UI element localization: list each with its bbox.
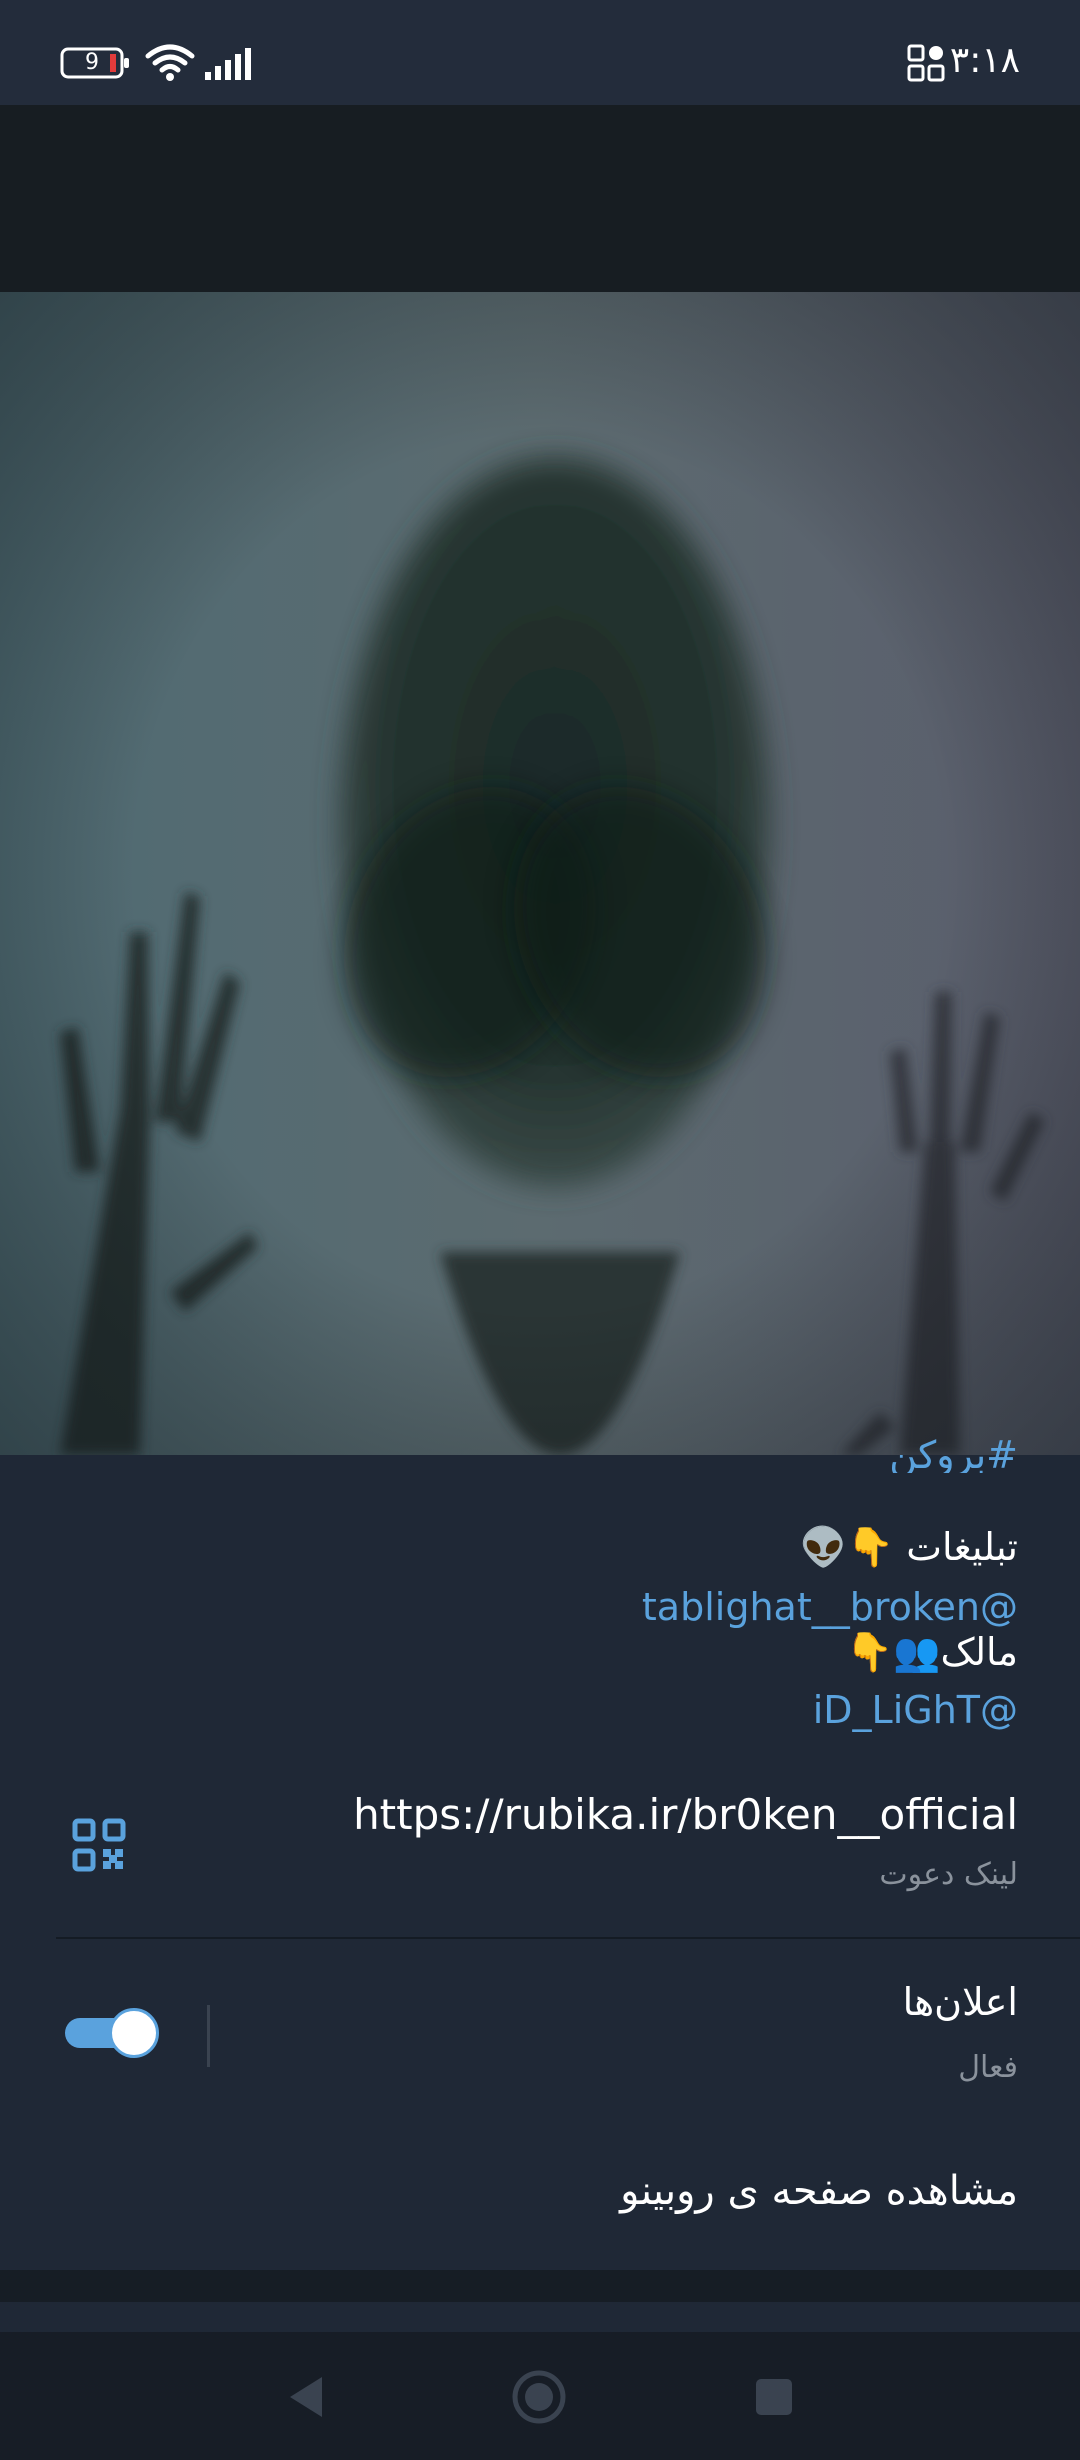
invite-link-url[interactable]: https://rubika.ir/br0ken__official bbox=[353, 1790, 1018, 1839]
alien-photo bbox=[0, 292, 1080, 1455]
bio-ads-id-link[interactable]: @tablighat__broken bbox=[642, 1585, 1018, 1629]
bio-hashtag[interactable]: #بروکن bbox=[889, 1433, 1018, 1473]
signal-icon bbox=[205, 48, 251, 80]
invite-link-label: لینک دعوت bbox=[879, 1857, 1018, 1892]
home-icon[interactable] bbox=[510, 2368, 568, 2426]
apps-icon bbox=[907, 44, 945, 82]
recent-apps-icon[interactable] bbox=[753, 2376, 795, 2418]
bio-ads-label: تبلیغات 👇👽 bbox=[799, 1525, 1018, 1569]
back-icon[interactable] bbox=[282, 2372, 332, 2422]
next-section-card bbox=[0, 2302, 1080, 2332]
section-gap bbox=[0, 2270, 1080, 2302]
status-time: ۳:۱۸ bbox=[949, 40, 1020, 81]
battery-level: 9 bbox=[85, 50, 99, 75]
bio-owner-id-link[interactable]: @iD_LiGhT bbox=[813, 1688, 1018, 1732]
notifications-title[interactable]: اعلان‌ها bbox=[903, 1980, 1018, 2024]
divider bbox=[56, 1937, 1080, 1939]
bio-owner-label: مالک👥👇 bbox=[845, 1630, 1018, 1674]
toggle-knob bbox=[109, 2008, 159, 2058]
notifications-toggle[interactable] bbox=[65, 2008, 159, 2058]
toggle-separator bbox=[207, 2005, 210, 2067]
profile-image[interactable] bbox=[0, 292, 1080, 1455]
qr-code-icon[interactable] bbox=[72, 1818, 126, 1872]
view-rubino-page-link[interactable]: مشاهده صفحه ی روبینو bbox=[620, 2168, 1018, 2214]
notifications-status: فعال bbox=[958, 2050, 1018, 2085]
wifi-icon bbox=[145, 44, 195, 81]
header-band bbox=[0, 105, 1080, 292]
